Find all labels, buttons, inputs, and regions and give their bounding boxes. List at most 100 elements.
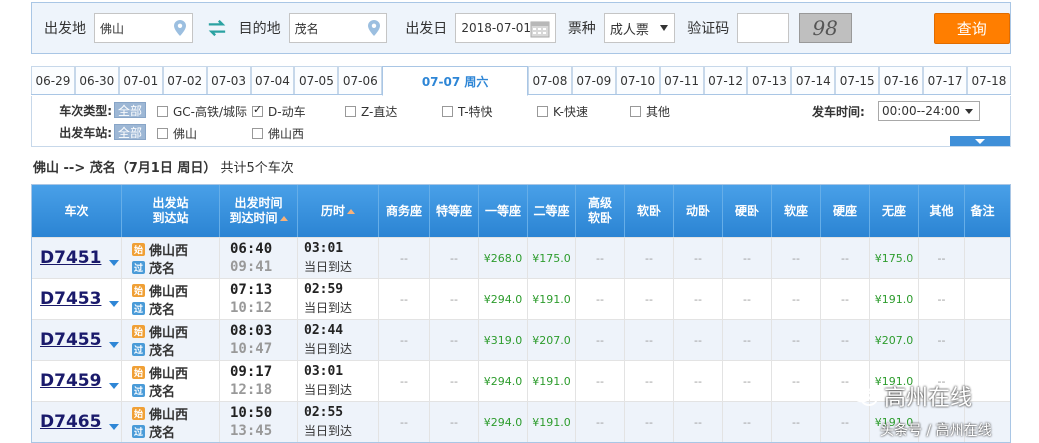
seat-moving-sleep: --	[674, 402, 723, 442]
depart-time-select[interactable]: 00:00--24:00	[878, 101, 980, 121]
date-tab[interactable]: 07-08	[527, 66, 572, 94]
swap-icon[interactable]	[207, 19, 227, 37]
table-row[interactable]: D7455 始佛山西 过茂名 08:03 10:47 02:44 当日到达 -- -- ¥31…	[32, 319, 1010, 360]
chevron-down-icon[interactable]	[109, 301, 120, 307]
seat-first[interactable]: ¥268.0	[479, 238, 528, 278]
seat-first[interactable]: ¥294.0	[479, 402, 528, 442]
seat-other: --	[919, 238, 965, 278]
date-tab[interactable]: 07-11	[659, 66, 704, 94]
train-number[interactable]: D7453	[32, 279, 122, 319]
seat-business: --	[379, 238, 430, 278]
seat-soft-sleep: --	[625, 402, 674, 442]
train-type-option[interactable]: 其他	[630, 103, 670, 120]
train-type-option[interactable]: K-快速	[537, 103, 588, 120]
date-tab[interactable]: 07-01	[118, 66, 163, 94]
date-tab[interactable]: 07-18	[967, 66, 1011, 94]
table-row[interactable]: D7451 始佛山西 过茂名 06:40 09:41 03:01 当日到达 -- -- ¥26…	[32, 237, 1010, 278]
seat-first[interactable]: ¥294.0	[479, 279, 528, 319]
seat-no-seat[interactable]: ¥207.0	[870, 320, 919, 360]
seat-second[interactable]: ¥191.0	[528, 279, 576, 319]
date-input[interactable]: 2018-07-01	[455, 13, 556, 43]
date-tab[interactable]: 07-04	[250, 66, 295, 94]
checkbox[interactable]	[537, 106, 548, 117]
train-type-all[interactable]: 全部	[114, 102, 147, 118]
arrive-time: 13:45	[230, 423, 273, 439]
date-tab[interactable]: 07-06	[338, 66, 383, 94]
date-tab[interactable]: 06-29	[31, 66, 75, 94]
date-tab[interactable]: 07-12	[703, 66, 748, 94]
seat-second[interactable]: ¥191.0	[528, 402, 576, 442]
captcha-image[interactable]: 98	[798, 13, 852, 43]
train-type-option[interactable]: D-动车	[252, 103, 306, 120]
seat-first[interactable]: ¥294.0	[479, 361, 528, 401]
train-type-option[interactable]: Z-直达	[345, 103, 397, 120]
chevron-down-icon[interactable]	[109, 260, 120, 266]
to-station[interactable]: 茂名	[149, 299, 175, 318]
date-tab[interactable]: 07-02	[162, 66, 207, 94]
date-tab[interactable]: 07-14	[791, 66, 836, 94]
date-tab[interactable]: 07-16	[879, 66, 924, 94]
calendar-icon[interactable]	[530, 19, 550, 38]
checkbox[interactable]	[442, 106, 453, 117]
checkbox[interactable]	[157, 128, 168, 139]
seat-first[interactable]: ¥319.0	[479, 320, 528, 360]
seat-second[interactable]: ¥191.0	[528, 361, 576, 401]
captcha-input[interactable]	[737, 13, 789, 43]
from-station[interactable]: 佛山西	[149, 404, 188, 423]
train-type-option[interactable]: GC-高铁/城际	[157, 103, 247, 120]
seat-hard-seat: --	[821, 279, 870, 319]
times-cell: 07:13 10:12	[220, 279, 298, 319]
date-tab[interactable]: 07-17	[923, 66, 967, 94]
to-station[interactable]: 茂名	[149, 381, 175, 400]
from-station[interactable]: 佛山西	[149, 240, 188, 259]
train-number[interactable]: D7451	[32, 238, 122, 278]
ticket-type-select[interactable]: 成人票	[603, 13, 676, 43]
to-station[interactable]: 茂名	[149, 422, 175, 441]
seat-no-seat[interactable]: ¥191.0	[870, 279, 919, 319]
col-times[interactable]: 出发时间 到达时间	[220, 185, 298, 237]
train-number[interactable]: D7455	[32, 320, 122, 360]
date-value: 2018-07-01	[461, 21, 532, 35]
date-tab[interactable]: 07-13	[747, 66, 792, 94]
station-all[interactable]: 全部	[114, 124, 147, 140]
to-input[interactable]: 茂名	[288, 13, 388, 43]
collapse-toggle[interactable]	[950, 136, 1010, 146]
seat-second[interactable]: ¥207.0	[528, 320, 576, 360]
train-number[interactable]: D7459	[32, 361, 122, 401]
from-station[interactable]: 佛山西	[149, 322, 188, 341]
seat-no-seat[interactable]: ¥175.0	[870, 238, 919, 278]
from-input[interactable]: 佛山	[94, 13, 193, 43]
stations-cell: 始佛山西 过茂名	[122, 238, 220, 278]
to-station[interactable]: 茂名	[149, 340, 175, 359]
duration-cell: 02:55 当日到达	[298, 402, 379, 442]
checkbox[interactable]	[252, 128, 263, 139]
from-station[interactable]: 佛山西	[149, 363, 188, 382]
date-tab[interactable]: 07-07 周六	[382, 66, 528, 96]
chevron-down-icon[interactable]	[109, 383, 120, 389]
train-number[interactable]: D7465	[32, 402, 122, 442]
arrive-time: 09:41	[230, 259, 273, 275]
chevron-down-icon[interactable]	[109, 342, 120, 348]
query-button[interactable]: 查询	[933, 12, 1011, 44]
seat-second[interactable]: ¥175.0	[528, 238, 576, 278]
to-station[interactable]: 茂名	[149, 258, 175, 277]
from-station[interactable]: 佛山西	[149, 281, 188, 300]
station-option[interactable]: 佛山	[157, 125, 197, 142]
train-type-option[interactable]: T-特快	[442, 103, 493, 120]
seat-special: --	[430, 279, 479, 319]
date-tab[interactable]: 07-05	[294, 66, 339, 94]
date-tab[interactable]: 07-03	[206, 66, 251, 94]
date-tab[interactable]: 07-10	[615, 66, 660, 94]
station-option[interactable]: 佛山西	[252, 125, 304, 142]
date-tab[interactable]: 07-09	[571, 66, 616, 94]
checkbox[interactable]	[157, 106, 168, 117]
date-tab[interactable]: 07-15	[835, 66, 880, 94]
chevron-down-icon[interactable]	[109, 424, 120, 430]
start-station-icon: 始	[132, 365, 145, 379]
checkbox[interactable]	[630, 106, 641, 117]
col-duration[interactable]: 历时	[298, 185, 379, 237]
checkbox[interactable]	[345, 106, 356, 117]
checkbox[interactable]	[252, 103, 263, 117]
table-row[interactable]: D7453 始佛山西 过茂名 07:13 10:12 02:59 当日到达 -- -- ¥29…	[32, 278, 1010, 319]
date-tab[interactable]: 06-30	[74, 66, 119, 94]
